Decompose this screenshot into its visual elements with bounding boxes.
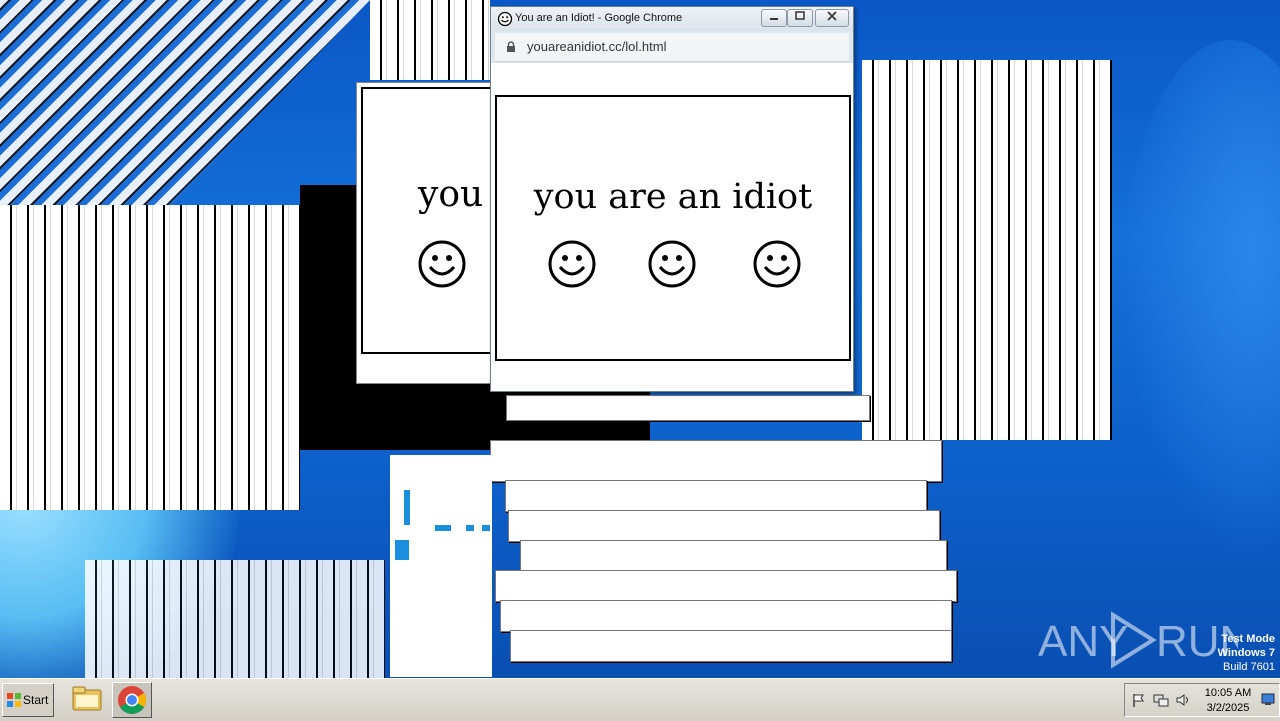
glitch-artifact	[435, 525, 451, 531]
ghost-window-frame	[505, 480, 927, 512]
chrome-popup-window[interactable]: You are an Idiot! - Google Chrome youare…	[490, 6, 854, 392]
page-content: you are an idiot	[491, 63, 853, 391]
start-button[interactable]: Start	[2, 683, 54, 717]
taskbar: Start 10:05 AM 3/2/2025	[0, 678, 1280, 721]
close-icon	[827, 11, 837, 21]
ghost-window-frame	[508, 510, 940, 542]
cascaded-windows-artifact	[370, 0, 490, 80]
minimize-button[interactable]	[761, 9, 787, 27]
clock-time: 10:05 AM	[1204, 687, 1252, 699]
title-bar[interactable]: You are an Idiot! - Google Chrome	[491, 7, 853, 31]
test-mode-notice: Test Mode Windows 7 Build 7601	[1150, 632, 1275, 674]
maximize-button[interactable]	[787, 9, 813, 27]
show-desktop-icon[interactable]	[1261, 692, 1275, 706]
glitch-artifact	[395, 540, 409, 560]
ghost-window-frame	[510, 630, 952, 662]
glitch-artifact	[404, 490, 410, 525]
clock[interactable]: 10:05 AM 3/2/2025	[1196, 686, 1260, 716]
test-mode-line: Test Mode	[1221, 633, 1275, 645]
ghost-window-frame	[500, 600, 952, 632]
os-version-line: Windows 7	[1217, 647, 1275, 659]
taskbar-app-explorer[interactable]	[68, 682, 106, 716]
smiley-icon	[497, 11, 513, 27]
message-text: you are an idiot	[533, 177, 813, 217]
maximize-icon	[795, 11, 805, 20]
system-tray: 10:05 AM 3/2/2025	[1124, 683, 1280, 717]
smiley-icon	[418, 240, 466, 288]
network-icon[interactable]	[1153, 692, 1169, 708]
window-title: You are an Idiot! - Google Chrome	[515, 12, 683, 24]
background-browser-window: you a	[356, 82, 508, 384]
ghost-window-frame	[490, 440, 942, 482]
ghost-window-frame	[506, 395, 870, 421]
start-label: Start	[23, 693, 49, 707]
smiley-icon	[753, 240, 801, 288]
desktop: you a You are an Idiot! - Google Chrome	[0, 0, 1280, 678]
speaker-icon[interactable]	[1175, 692, 1191, 708]
chrome-icon	[118, 686, 146, 714]
wallpaper-glow	[1120, 40, 1280, 560]
glitch-artifact	[466, 525, 474, 531]
url-text[interactable]: youareanidiot.cc/lol.html	[527, 39, 666, 54]
cascaded-windows-artifact	[0, 205, 300, 510]
minimize-icon	[770, 18, 778, 20]
smiley-icon	[548, 240, 596, 288]
cascaded-windows-artifact	[85, 560, 385, 678]
smiley-icon	[648, 240, 696, 288]
glitch-artifact	[482, 525, 490, 531]
build-line: Build 7601	[1223, 661, 1275, 673]
ghost-window-frame	[495, 570, 957, 602]
flag-icon[interactable]	[1131, 692, 1147, 708]
folder-icon	[72, 686, 102, 711]
close-button[interactable]	[815, 9, 849, 27]
taskbar-app-chrome[interactable]	[112, 682, 152, 718]
page-frame: you a	[361, 87, 505, 354]
clock-date: 3/2/2025	[1206, 702, 1250, 714]
page-frame: you are an idiot	[495, 95, 851, 361]
cascaded-windows-artifact	[862, 60, 1112, 440]
ghost-window-frame	[520, 540, 947, 572]
ghost-window-frame	[390, 455, 492, 677]
lock-icon	[507, 41, 515, 52]
windows-logo-icon	[7, 693, 21, 707]
address-bar[interactable]: youareanidiot.cc/lol.html	[495, 33, 849, 62]
